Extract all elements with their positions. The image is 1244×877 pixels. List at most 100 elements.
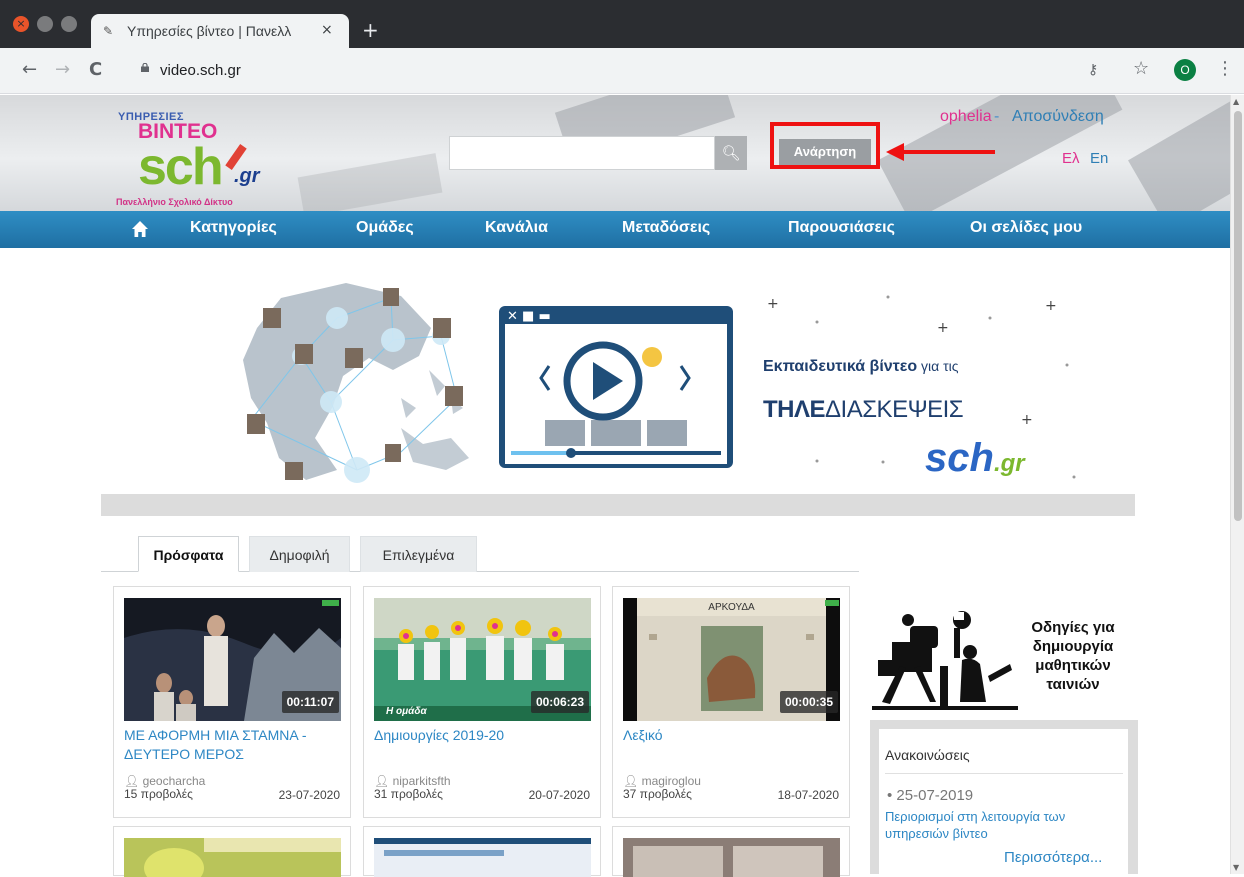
banner-divider <box>101 494 1135 516</box>
thumbnail-caption: Η ομάδα <box>386 706 427 717</box>
user-separator: - <box>994 108 1000 125</box>
video-author[interactable]: 👤︎ magiroglou <box>623 774 701 788</box>
video-duration: 00:06:23 <box>530 691 589 713</box>
user-name-link[interactable]: ophelia <box>940 108 992 126</box>
video-card[interactable] <box>612 826 850 877</box>
browser-tab[interactable]: ✎ Υπηρεσίες βίντεο | Πανελλ × <box>91 14 349 48</box>
video-card[interactable] <box>113 826 351 877</box>
url-text: video.sch.gr <box>160 62 241 79</box>
address-bar[interactable]: video.sch.gr <box>116 56 1206 86</box>
window-minimize-button[interactable] <box>37 16 53 32</box>
thumbnail-caption: ΑΡΚΟΥΔΑ <box>708 602 755 613</box>
announcements-divider <box>885 773 1123 774</box>
tab-close-icon[interactable]: × <box>321 22 333 38</box>
banner-sch-text: sch <box>925 436 994 480</box>
svg-text:+: + <box>1021 412 1033 428</box>
logout-link[interactable]: Αποσύνδεση <box>1012 108 1104 126</box>
svg-text:+: + <box>1045 298 1057 314</box>
video-card[interactable]: ΑΡΚΟΥΔΑ 00:00:35 Λεξικό 👤︎ magiroglou 37… <box>612 586 850 818</box>
video-views: 15 προβολές <box>124 787 193 801</box>
video-title-link[interactable]: Λεξικό <box>623 726 843 745</box>
announcements-panel: Ανακοινώσεις • 25-07-2019 Περιορισμοί στ… <box>870 720 1138 874</box>
nav-presentations[interactable]: Παρουσιάσεις <box>788 219 895 237</box>
more-announcements-link[interactable]: Περισσότερα... <box>1004 849 1102 866</box>
profile-avatar[interactable]: O <box>1174 59 1196 81</box>
new-tab-button[interactable]: + <box>362 20 379 40</box>
video-tabs: Πρόσφατα Δημοφιλή Επιλεγμένα <box>101 536 859 572</box>
favicon-icon: ✎ <box>103 24 114 38</box>
announcement-link[interactable]: Περιορισμοί στη λειτουργία των υπηρεσιών… <box>885 808 1121 842</box>
lang-en-link[interactable]: En <box>1090 150 1108 167</box>
video-title-link[interactable]: ΜΕ ΑΦΟΡΜΗ ΜΙΑ ΣΤΑΜΝΑ - ΔΕΥΤΕΡΟ ΜΕΡΟΣ <box>124 726 344 764</box>
video-author[interactable]: 👤︎ geocharcha <box>124 774 205 788</box>
video-thumbnail[interactable] <box>623 838 840 877</box>
banner-heading-bold: Εκπαιδευτικά βίντεο <box>763 358 918 375</box>
nav-channels[interactable]: Κανάλια <box>485 219 548 237</box>
back-button[interactable]: ← <box>22 58 37 82</box>
close-icon: × <box>16 17 26 30</box>
menu-icon[interactable]: ⋮ <box>1216 58 1234 79</box>
guide-text[interactable]: Οδηγίες για δημιουργία μαθητικών ταινιών <box>1018 618 1128 694</box>
video-card[interactable] <box>363 826 601 877</box>
video-author-name: geocharcha <box>142 774 206 788</box>
main-nav: Κατηγορίες Ομάδες Κανάλια Μεταδόσεις Παρ… <box>0 211 1230 248</box>
video-thumbnail[interactable]: ΑΡΚΟΥΔΑ 00:00:35 <box>623 598 840 721</box>
announcements-inner: Ανακοινώσεις • 25-07-2019 Περιορισμοί στ… <box>879 729 1128 874</box>
banner-heading: Εκπαιδευτικά βίντεο για τις <box>763 358 959 376</box>
home-icon[interactable] <box>131 220 149 238</box>
video-thumbnail[interactable]: 00:11:07 <box>124 598 341 721</box>
announcement-date: • 25-07-2019 <box>887 787 974 804</box>
nav-groups[interactable]: Ομάδες <box>356 219 414 237</box>
svg-text:✕ ■ ▬: ✕ ■ ▬ <box>507 309 551 324</box>
video-thumbnail[interactable]: Η ομάδα 00:06:23 <box>374 598 591 721</box>
scrollbar-thumb[interactable] <box>1234 111 1242 521</box>
video-thumbnail[interactable] <box>374 838 591 877</box>
hero-banner[interactable]: ✕ ■ ▬ + + + + Εκπαιδευτικά βίντεο για τις Τ… <box>101 248 1135 494</box>
film-strip-decoration <box>297 153 443 211</box>
browser-titlebar: × ✎ Υπηρεσίες βίντεο | Πανελλ × + <box>0 0 1244 48</box>
nav-my-pages[interactable]: Οι σελίδες μου <box>970 219 1082 237</box>
site-logo[interactable]: ΥΠΗΡΕΣΙΕΣ ΒΙΝΤΕΟ sch .gr Πανελλήνιο Σχολ… <box>116 109 291 209</box>
window-maximize-button[interactable] <box>61 16 77 32</box>
upload-highlight-box <box>770 122 880 169</box>
video-duration: 00:00:35 <box>779 691 838 713</box>
tab-featured[interactable]: Επιλεγμένα <box>360 536 477 572</box>
reload-button[interactable]: C <box>89 58 102 82</box>
tab-recent[interactable]: Πρόσφατα <box>138 536 239 572</box>
banner-tele-text: ΤΗΛΕΔΙΑΣΚΕΨΕΙΣ <box>763 396 964 424</box>
student-films-guide[interactable]: Οδηγίες για δημιουργία μαθητικών ταινιών <box>870 606 1130 716</box>
video-title-link[interactable]: Δημιουργίες 2019-20 <box>374 726 594 745</box>
forward-button[interactable]: → <box>55 58 70 82</box>
nav-broadcasts[interactable]: Μεταδόσεις <box>622 219 710 237</box>
video-card[interactable]: 00:11:07 ΜΕ ΑΦΟΡΜΗ ΜΙΑ ΣΤΑΜΝΑ - ΔΕΥΤΕΡΟ … <box>113 586 351 818</box>
page-scrollbar[interactable]: ▲ ▼ <box>1230 95 1244 874</box>
search-button[interactable]: 🔍︎ <box>715 136 747 170</box>
film-crew-icon <box>872 611 1018 710</box>
lock-icon <box>141 63 149 72</box>
video-date: 18-07-2020 <box>777 788 839 802</box>
banner-tele-bold: ΤΗΛΕ <box>763 396 826 423</box>
greece-map-illustration <box>243 283 469 483</box>
site-header: ΥΠΗΡΕΣΙΕΣ ΒΙΝΤΕΟ sch .gr Πανελλήνιο Σχολ… <box>0 95 1230 211</box>
window-close-button[interactable]: × <box>13 16 29 32</box>
nav-categories[interactable]: Κατηγορίες <box>190 219 277 237</box>
video-views: 37 προβολές <box>623 787 692 801</box>
lang-el-link[interactable]: Ελ <box>1062 150 1080 167</box>
bookmark-star-icon[interactable]: ☆ <box>1133 58 1149 79</box>
video-author-name: niparkitsfth <box>392 774 451 788</box>
logo-gr-text: .gr <box>234 165 260 187</box>
svg-text:+: + <box>767 296 779 312</box>
video-card[interactable]: Η ομάδα 00:06:23 Δημιουργίες 2019-20 👤︎ … <box>363 586 601 818</box>
banner-sch-logo: sch.gr <box>925 436 1025 481</box>
tab-popular[interactable]: Δημοφιλή <box>249 536 350 572</box>
key-icon[interactable]: ⚷ <box>1088 62 1098 78</box>
video-thumbnail[interactable] <box>124 838 341 877</box>
scroll-down-icon[interactable]: ▼ <box>1233 863 1239 872</box>
scroll-up-icon[interactable]: ▲ <box>1233 97 1239 106</box>
search-input[interactable] <box>449 136 715 170</box>
video-author-name: magiroglou <box>641 774 701 788</box>
logo-sch-text: sch <box>138 138 224 196</box>
video-duration: 00:11:07 <box>281 691 339 713</box>
video-author[interactable]: 👤︎ niparkitsfth <box>374 774 451 788</box>
logo-subtitle: Πανελλήνιο Σχολικό Δίκτυο <box>116 197 233 207</box>
